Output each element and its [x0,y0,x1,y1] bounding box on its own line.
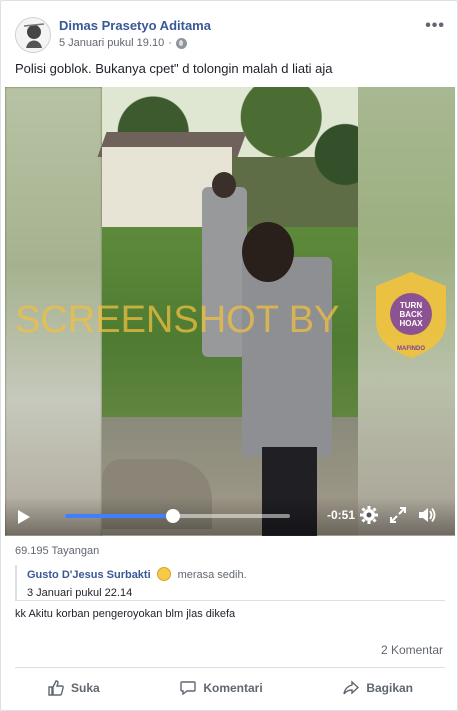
comment-label: Komentari [203,681,263,695]
shared-note: Gusto D'Jesus Surbakti merasa sedih. 3 J… [15,565,443,601]
fullscreen-icon[interactable] [388,505,408,525]
play-icon[interactable] [18,510,30,524]
author-name[interactable]: Dimas Prasetyo Aditama [59,18,211,33]
action-bar: Suka Komentari Bagikan [15,674,445,702]
thumbs-up-icon [48,680,64,696]
avatar[interactable] [15,17,51,53]
screenshot-watermark: SCREENSHOT BY [15,299,340,341]
badge-bottom-text: MAFINDO [397,346,425,352]
post-card: Dimas Prasetyo Aditama 5 Januari pukul 1… [0,0,458,711]
avatar-icon [16,18,50,52]
more-options-icon[interactable]: ••• [425,17,445,35]
globe-icon[interactable] [175,37,187,49]
badge-line-3: HOAX [399,319,423,328]
like-label: Suka [71,681,100,695]
comment-count[interactable]: 2 Komentar [381,643,443,657]
post-header: Dimas Prasetyo Aditama 5 Januari pukul 1… [15,15,445,55]
comment-icon [180,681,197,696]
progress-knob[interactable] [166,509,180,523]
mafindo-badge: TURN BACK HOAX MAFINDO [376,272,446,358]
post-meta: 5 Januari pukul 19.10 · [59,37,187,49]
comment-text: kk Akitu korban pengeroyokan blm jlas di… [15,608,236,620]
post-text: Polisi goblok. Bukanya cpet" d tolongin … [15,61,333,76]
comment-button[interactable]: Komentari [147,679,294,697]
note-author[interactable]: Gusto D'Jesus Surbakti [27,569,151,581]
video-player[interactable]: SCREENSHOT BY TURN BACK HOAX MAFINDO -0:… [5,87,455,536]
settings-gear-icon[interactable] [359,505,379,525]
volume-icon[interactable] [417,505,437,525]
badge-line-1: TURN [400,301,422,310]
share-label: Bagikan [366,681,413,695]
badge-line-2: BACK [399,310,422,319]
progress-fill [65,514,173,518]
sad-emoji-icon [157,567,172,581]
progress-bar[interactable] [65,509,290,523]
view-count[interactable]: 69.195 Tayangan [15,545,99,557]
note-date[interactable]: 3 Januari pukul 22.14 [27,587,443,599]
like-button[interactable]: Suka [15,679,132,697]
share-icon [343,680,360,695]
share-button[interactable]: Bagikan [310,679,445,697]
time-remaining: -0:51 [327,508,356,522]
divider [15,667,445,668]
divider [15,600,445,601]
post-date[interactable]: 5 Januari pukul 19.10 [59,37,164,49]
note-feeling: merasa sedih. [177,569,247,581]
video-controls: -0:51 [5,497,455,535]
